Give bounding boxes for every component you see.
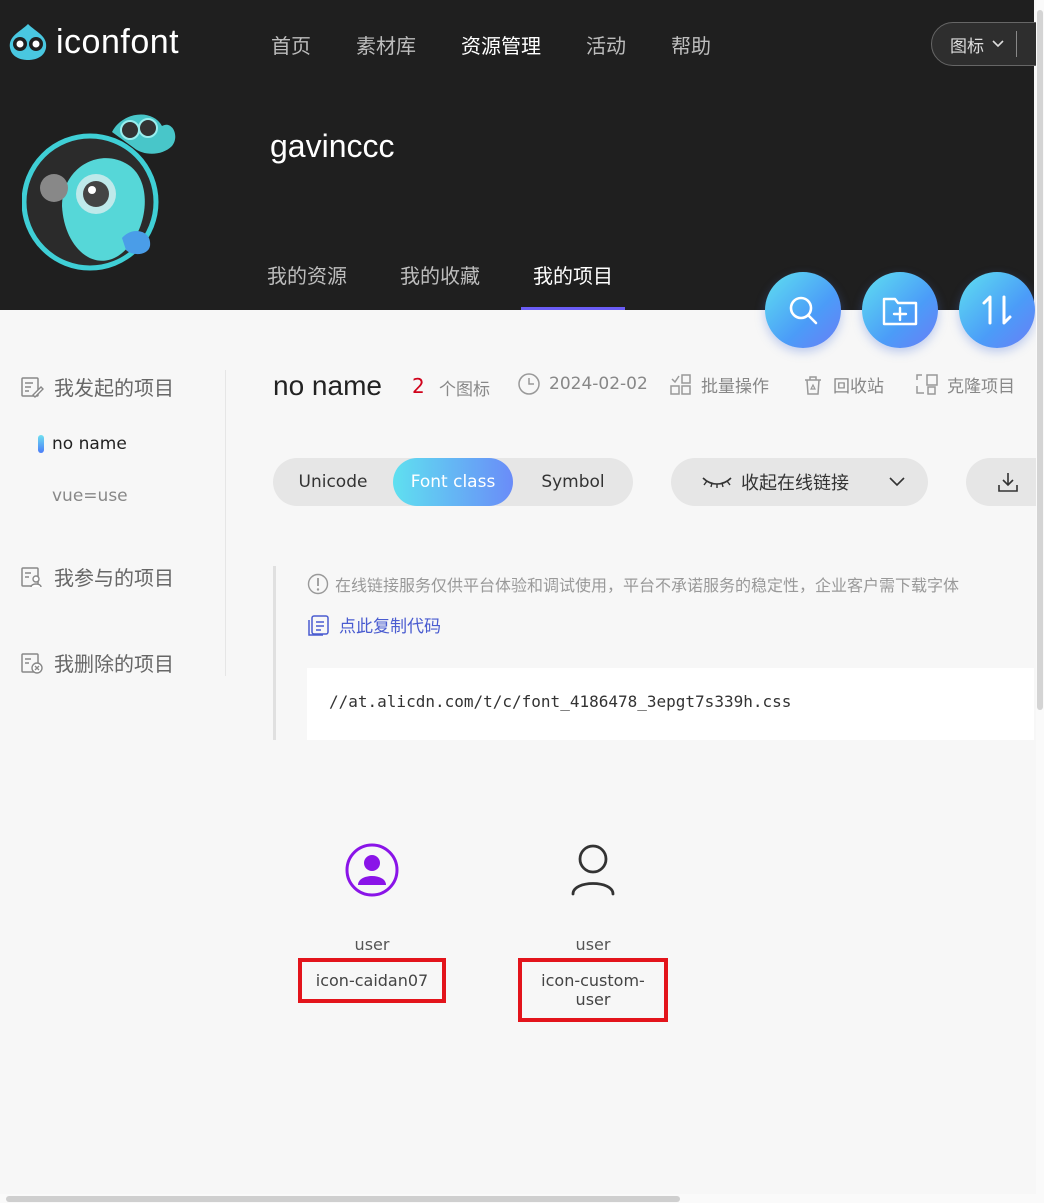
search-button[interactable]: [765, 272, 841, 348]
top-nav: 首页 素材库 资源管理 活动 帮助: [271, 30, 756, 59]
copy-icon: [308, 614, 329, 636]
icon-count: 2: [412, 374, 425, 398]
sidebar-group-participated[interactable]: 我参与的项目: [20, 562, 174, 591]
tab-symbol[interactable]: Symbol: [513, 458, 633, 506]
user-outline-icon: [571, 844, 615, 896]
notice-text: 在线链接服务仅供平台体验和调试使用，平台不承诺服务的稳定性，企业客户需下载字体: [335, 576, 960, 595]
nav-activity[interactable]: 活动: [586, 30, 626, 59]
project-user-icon: [21, 566, 42, 587]
sidebar-group-label: 我参与的项目: [54, 566, 174, 590]
icon-preview: [518, 830, 668, 910]
eye-closed-icon: [702, 477, 732, 488]
sidebar-group-deleted[interactable]: 我删除的项目: [20, 648, 174, 677]
css-link-code: //at.alicdn.com/t/c/font_4186478_3epgt7s…: [329, 692, 792, 711]
search-divider: [1016, 31, 1017, 57]
notice-bar: [273, 566, 276, 740]
sidebar-project-no-name[interactable]: no name: [52, 434, 127, 454]
clone-project-label: 克隆项目: [947, 377, 1015, 397]
copy-code-link[interactable]: 点此复制代码: [307, 612, 441, 637]
batch-grid-icon: [670, 373, 691, 395]
sort-icon: [982, 295, 1012, 325]
sidebar-group-label: 我删除的项目: [54, 652, 174, 676]
clone-project-button[interactable]: 克隆项目: [915, 372, 1015, 397]
css-link-code-box[interactable]: //at.alicdn.com/t/c/font_4186478_3epgt7s…: [307, 668, 1034, 740]
search-type-select[interactable]: 图标: [931, 22, 1044, 66]
icon-class-name: icon-caidan07: [297, 958, 447, 1003]
chevron-down-icon: [889, 477, 905, 487]
vertical-scrollbar-thumb[interactable]: [1037, 10, 1043, 710]
recycle-bin-button[interactable]: 回收站: [801, 372, 884, 397]
iconfont-logo-icon: [9, 24, 47, 60]
clone-icon: [916, 373, 938, 395]
download-button[interactable]: [966, 458, 1044, 506]
copy-code-label: 点此复制代码: [339, 617, 441, 637]
info-icon: [307, 573, 329, 595]
search-type-label: 图标: [950, 36, 984, 57]
new-folder-button[interactable]: [862, 272, 938, 348]
icon-name: user: [575, 935, 611, 954]
code-type-tabs: Unicode Font class Symbol: [273, 458, 633, 506]
icon-count-label: 个图标: [439, 380, 490, 400]
icon-card[interactable]: user icon-caidan07: [297, 830, 447, 1003]
sidebar: 我发起的项目 no name vue=use 我参与的项目 我删除的项目: [0, 310, 228, 680]
icon-preview: [297, 830, 447, 910]
nav-resource-manage[interactable]: 资源管理: [461, 30, 541, 59]
icon-class-name: icon-custom-user: [518, 958, 668, 1022]
sort-button[interactable]: [959, 272, 1035, 348]
chevron-down-icon: [992, 40, 1004, 48]
tab-font-class[interactable]: Font class: [393, 458, 513, 506]
sidebar-divider: [225, 370, 226, 676]
nav-help[interactable]: 帮助: [671, 30, 711, 59]
icon-name: user: [354, 935, 390, 954]
header: iconfont 首页 素材库 资源管理 活动 帮助 图标 gavinccc 我…: [0, 0, 1044, 310]
download-icon: [998, 473, 1018, 492]
icon-card[interactable]: user icon-custom-user: [518, 830, 668, 1022]
nav-home[interactable]: 首页: [271, 30, 311, 59]
project-date: 2024-02-02: [517, 372, 648, 396]
logo[interactable]: iconfont: [6, 22, 179, 62]
collapse-online-link-label: 收起在线链接: [741, 473, 849, 494]
notice: 在线链接服务仅供平台体验和调试使用，平台不承诺服务的稳定性，企业客户需下载字体: [307, 572, 959, 596]
sidebar-group-label: 我发起的项目: [54, 376, 174, 400]
batch-operation-label: 批量操作: [701, 377, 769, 397]
tab-unicode[interactable]: Unicode: [273, 458, 393, 506]
project-delete-icon: [21, 652, 43, 674]
project-title: no name: [273, 370, 382, 401]
horizontal-scrollbar-thumb[interactable]: [6, 1196, 680, 1202]
new-folder-icon: [882, 297, 918, 326]
batch-operation-button[interactable]: 批量操作: [669, 372, 769, 397]
recycle-bin-icon: [805, 375, 821, 395]
chameleon-avatar-icon: [21, 114, 176, 271]
tab-my-projects[interactable]: 我的项目: [521, 260, 625, 310]
username: gavinccc: [270, 128, 395, 164]
recycle-bin-label: 回收站: [833, 377, 884, 397]
profile-subnav: 我的资源 我的收藏 我的项目: [267, 260, 666, 310]
project-edit-icon: [21, 376, 44, 398]
collapse-online-link-button[interactable]: 收起在线链接: [671, 458, 928, 506]
sidebar-project-vue-use[interactable]: vue=use: [52, 486, 128, 506]
clock-icon: [518, 373, 540, 395]
logo-text: iconfont: [56, 22, 180, 61]
project-date-text: 2024-02-02: [549, 374, 648, 394]
horizontal-scrollbar[interactable]: [0, 1194, 1036, 1203]
search-icon: [789, 296, 818, 325]
vertical-scrollbar[interactable]: [1036, 0, 1044, 1203]
active-project-indicator: [38, 435, 44, 453]
tab-my-resources[interactable]: 我的资源: [267, 260, 347, 310]
tab-my-favorites[interactable]: 我的收藏: [400, 260, 480, 310]
sidebar-group-initiated[interactable]: 我发起的项目: [20, 372, 174, 401]
user-circle-icon: [345, 843, 399, 897]
nav-library[interactable]: 素材库: [356, 30, 416, 59]
avatar[interactable]: [21, 96, 182, 280]
